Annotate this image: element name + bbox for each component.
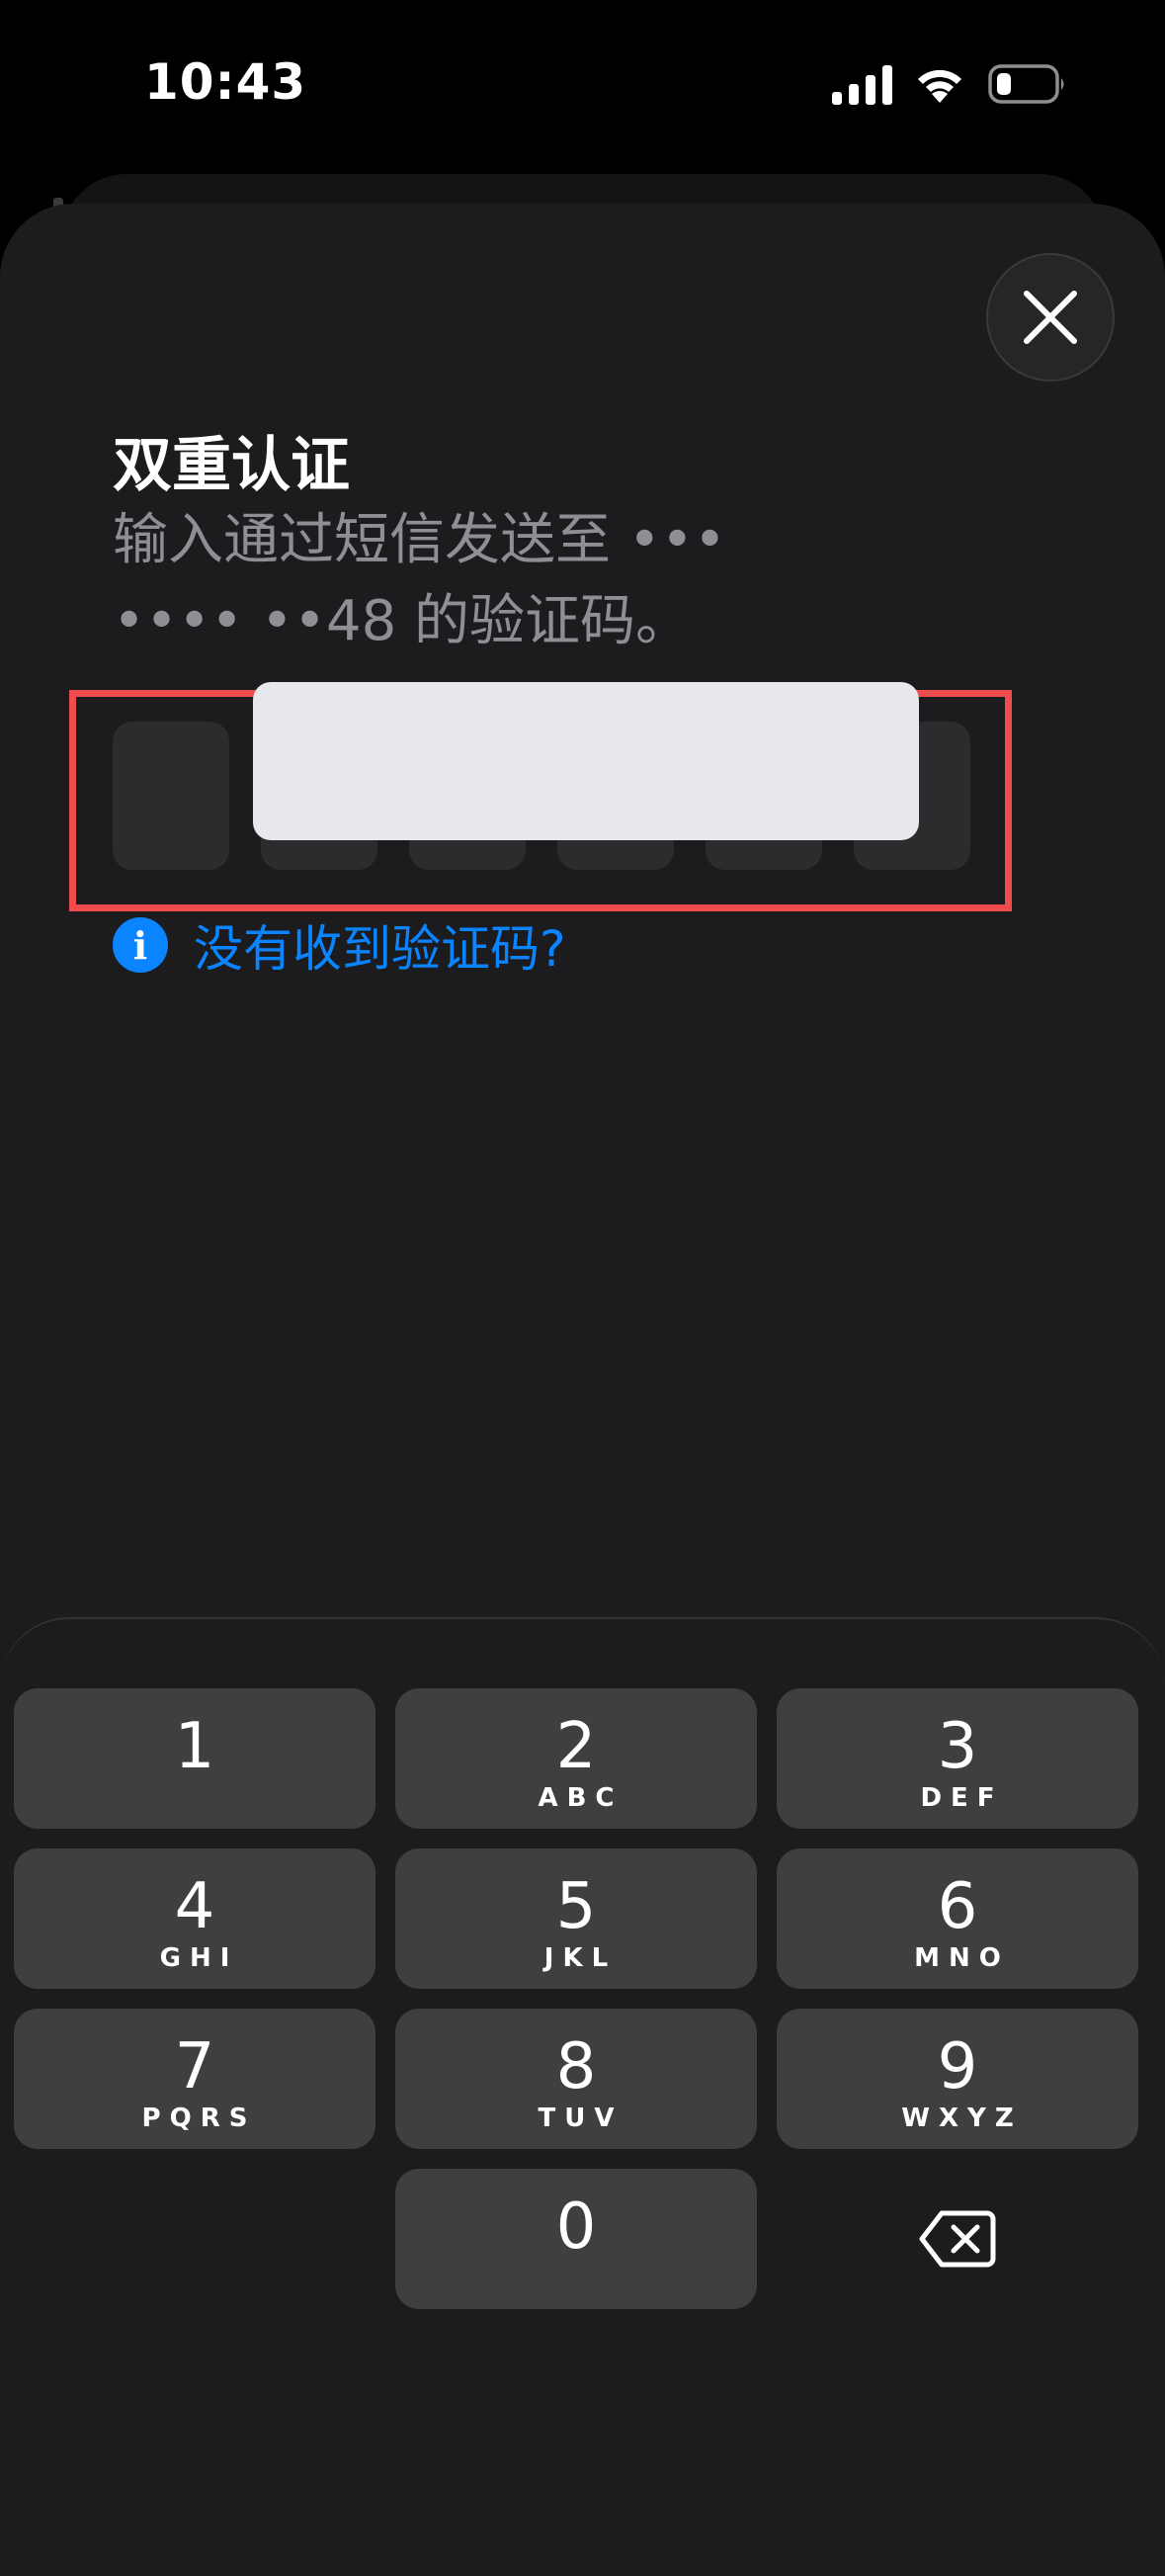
key-digit: 5 — [555, 1870, 597, 1943]
key-letters: ABC — [538, 1783, 624, 1813]
cellular-signal-icon — [832, 65, 892, 105]
close-icon — [1024, 291, 1077, 344]
backspace-icon — [919, 2210, 996, 2268]
close-button[interactable] — [986, 253, 1115, 382]
key-8[interactable]: 8 TUV — [395, 2009, 757, 2149]
delete-key[interactable] — [777, 2169, 1138, 2309]
key-letters: PQRS — [141, 2104, 257, 2133]
key-digit: 3 — [937, 1710, 978, 1783]
key-9[interactable]: 9 WXYZ — [777, 2009, 1138, 2149]
key-letters: JKL — [543, 1943, 618, 1973]
key-7[interactable]: 7 PQRS — [14, 2009, 375, 2149]
key-3[interactable]: 3 DEF — [777, 1688, 1138, 1829]
status-time: 10:43 — [144, 53, 307, 111]
overlay-card — [253, 682, 919, 840]
key-digit: 1 — [174, 1710, 215, 1783]
key-5[interactable]: 5 JKL — [395, 1848, 757, 1989]
key-digit: 8 — [555, 2030, 597, 2104]
no-code-received-link[interactable]: 没有收到验证码? — [194, 909, 566, 981]
key-4[interactable]: 4 GHI — [14, 1848, 375, 1989]
key-letters: TUV — [538, 2104, 624, 2133]
wifi-icon — [918, 69, 961, 103]
battery-icon — [988, 64, 1064, 104]
key-digit: 2 — [555, 1710, 597, 1783]
key-2[interactable]: 2 ABC — [395, 1688, 757, 1829]
key-letters: GHI — [159, 1943, 239, 1973]
key-digit: 9 — [937, 2030, 978, 2104]
key-digit: 4 — [174, 1870, 215, 1943]
no-code-help-row[interactable]: i 没有收到验证码? — [113, 917, 566, 978]
status-icons — [832, 61, 1069, 109]
info-icon: i — [113, 917, 168, 973]
key-6[interactable]: 6 MNO — [777, 1848, 1138, 1989]
key-digit: 0 — [555, 2190, 597, 2264]
status-bar: 10:43 — [0, 0, 1165, 168]
dialog-title: 双重认证 — [113, 431, 350, 500]
key-letters: MNO — [914, 1943, 1010, 1973]
dialog-subtitle: 输入通过短信发送至 ••• •••• ••48 的验证码。 — [113, 508, 726, 653]
key-1[interactable]: 1 — [14, 1688, 375, 1829]
key-digit: 7 — [174, 2030, 215, 2104]
key-digit: 6 — [937, 1870, 978, 1943]
key-letters: DEF — [920, 1783, 1004, 1813]
key-0[interactable]: 0 — [395, 2169, 757, 2309]
key-letters: WXYZ — [901, 2104, 1023, 2133]
